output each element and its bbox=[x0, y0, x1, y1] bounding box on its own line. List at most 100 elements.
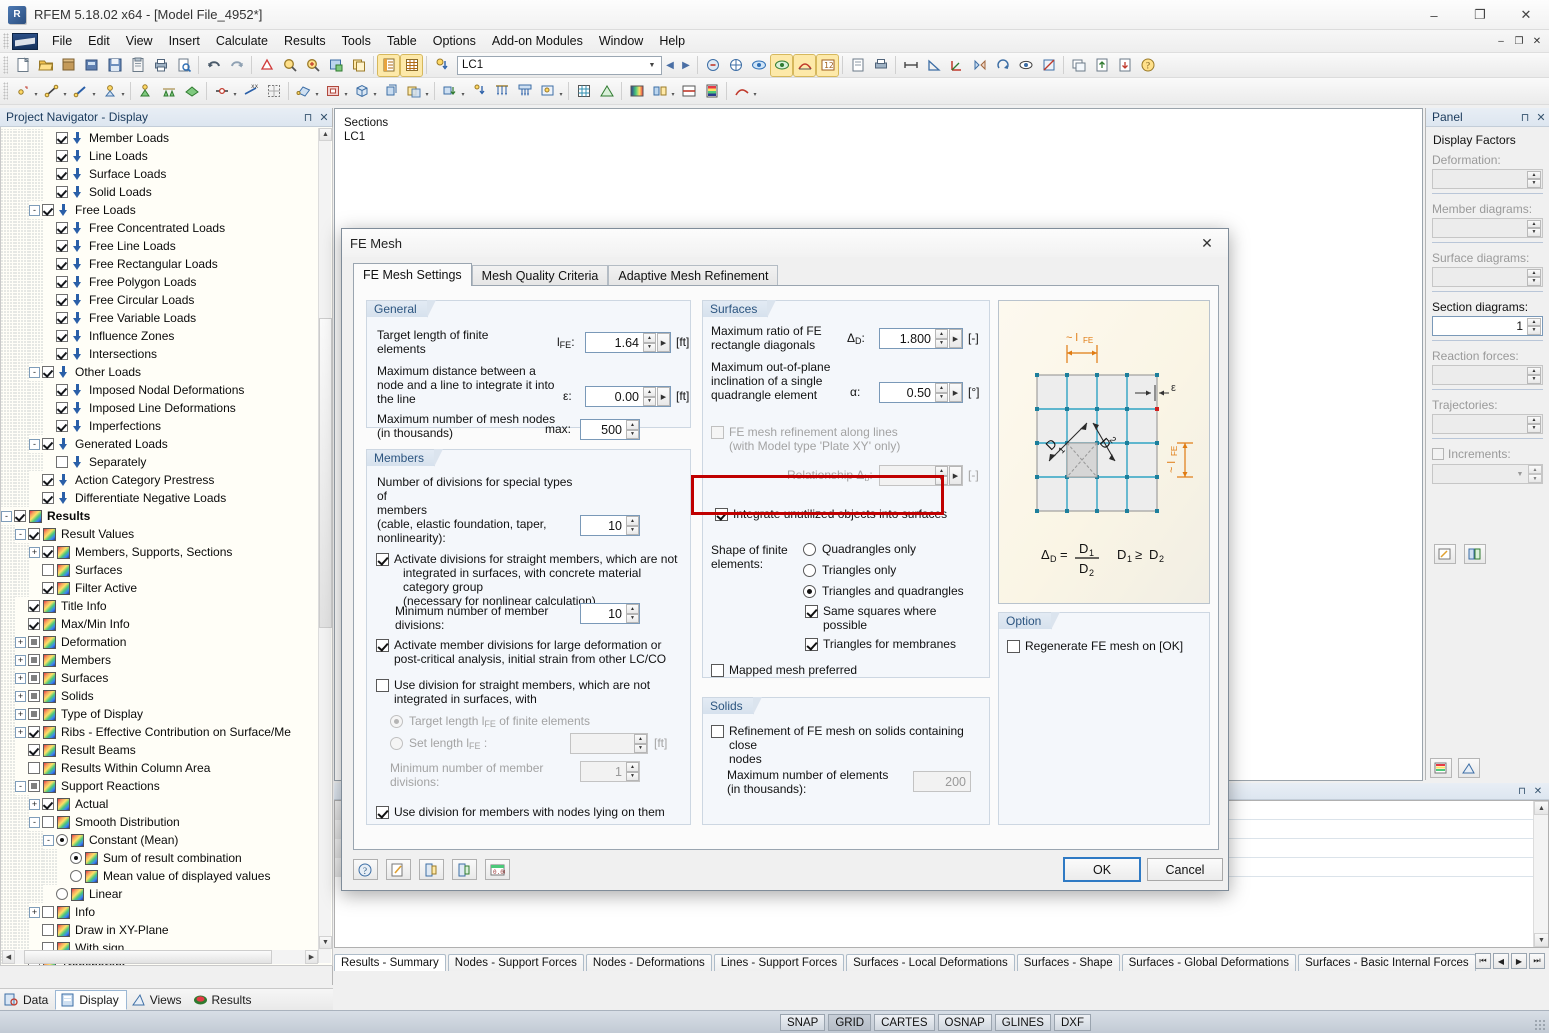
new-solid-icon[interactable] bbox=[351, 81, 372, 102]
fe-refinement-lines-checkbox[interactable]: FE mesh refinement along lines (with Mod… bbox=[711, 425, 971, 453]
print-icon[interactable] bbox=[150, 55, 171, 76]
tree-item[interactable]: Free Concentrated Loads bbox=[1, 219, 319, 237]
show-tables-icon[interactable] bbox=[377, 53, 400, 77]
new-nodal-load-icon[interactable] bbox=[439, 81, 460, 102]
tree-item[interactable]: Free Polygon Loads bbox=[1, 273, 319, 291]
menu-grip[interactable] bbox=[3, 33, 9, 49]
chevron-down-icon[interactable]: ▼ bbox=[645, 59, 659, 73]
max-nodes-spinner[interactable]: ▲ ▼ bbox=[626, 420, 639, 439]
open-model-icon[interactable] bbox=[58, 55, 79, 76]
menu-item-edit[interactable]: Edit bbox=[80, 32, 118, 50]
tree-item[interactable]: - Constant (Mean) bbox=[1, 831, 319, 849]
calculate-all-icon[interactable] bbox=[725, 55, 746, 76]
max-ratio-input[interactable]: 1.800 ▲ ▼ ▶ bbox=[879, 328, 963, 349]
chevron-down-icon[interactable]: ▾ bbox=[90, 81, 98, 102]
max-ratio-spinner[interactable]: ▲ ▼ bbox=[935, 329, 948, 348]
units-and-decimals-button[interactable]: 0.00 bbox=[485, 859, 510, 880]
edit-notes-button[interactable] bbox=[386, 859, 411, 880]
angle-measure-icon[interactable] bbox=[923, 55, 944, 76]
tree-radio[interactable] bbox=[56, 888, 68, 900]
status-toggle-grid[interactable]: GRID bbox=[828, 1014, 872, 1031]
tree-radio[interactable] bbox=[70, 852, 82, 864]
undo-icon[interactable] bbox=[203, 55, 224, 76]
navigator-tab-results[interactable]: Results bbox=[189, 990, 259, 1010]
tree-item[interactable]: Member Loads bbox=[1, 129, 319, 147]
menu-item-help[interactable]: Help bbox=[651, 32, 693, 50]
menu-item-results[interactable]: Results bbox=[276, 32, 334, 50]
result-display-icon[interactable] bbox=[649, 81, 670, 102]
new-surface-support-icon[interactable] bbox=[181, 81, 202, 102]
tree-checkbox[interactable] bbox=[28, 528, 40, 540]
navigator-vscrollbar[interactable]: ▲ ▼ bbox=[318, 128, 332, 963]
new-contact-solid-icon[interactable] bbox=[380, 81, 401, 102]
menu-item-addon-modules[interactable]: Add-on Modules bbox=[484, 32, 591, 50]
tree-checkbox[interactable] bbox=[56, 330, 68, 342]
new-line-load-icon[interactable] bbox=[491, 81, 512, 102]
status-toggle-cartes[interactable]: CARTES bbox=[874, 1014, 935, 1031]
next-load-case-icon[interactable]: ▶ bbox=[678, 56, 694, 75]
tree-item[interactable]: - Result Values bbox=[1, 525, 319, 543]
mirror-icon[interactable] bbox=[969, 55, 990, 76]
tree-checkbox[interactable] bbox=[56, 276, 68, 288]
scroll-down-icon[interactable]: ▼ bbox=[1534, 933, 1548, 947]
tree-item[interactable]: - Smooth Distribution bbox=[1, 813, 319, 831]
tree-item[interactable]: - Support Reactions bbox=[1, 777, 319, 795]
distance-measure-icon[interactable] bbox=[900, 55, 921, 76]
max-inclination-input[interactable]: 0.50 ▲ ▼ ▶ bbox=[879, 382, 963, 403]
activate-straight-divisions-checkbox[interactable]: Activate divisions for straight members,… bbox=[376, 552, 681, 608]
menu-item-file[interactable]: File bbox=[44, 32, 80, 50]
chevron-down-icon[interactable]: ▾ bbox=[459, 81, 467, 102]
navigator-tab-display[interactable]: Display bbox=[55, 989, 127, 1010]
tree-checkbox[interactable] bbox=[28, 636, 40, 648]
tree-checkbox[interactable] bbox=[28, 600, 40, 612]
tree-checkbox[interactable] bbox=[42, 582, 54, 594]
scroll-right-icon[interactable]: ▶ bbox=[305, 950, 318, 964]
print-report-icon[interactable] bbox=[870, 55, 891, 76]
new-line-support-icon[interactable] bbox=[158, 81, 179, 102]
tree-checkbox[interactable] bbox=[56, 294, 68, 306]
solids-refinement-checkbox[interactable]: Refinement of FE mesh on solids containi… bbox=[711, 724, 981, 766]
tree-checkbox[interactable] bbox=[56, 132, 68, 144]
tree-expander[interactable]: + bbox=[15, 636, 26, 648]
prev-page-icon[interactable]: ◀ bbox=[1493, 953, 1509, 969]
tree-checkbox[interactable] bbox=[56, 240, 68, 252]
generate-mesh-icon[interactable] bbox=[573, 81, 594, 102]
tree-checkbox[interactable] bbox=[56, 150, 68, 162]
visibility-icon[interactable] bbox=[1015, 55, 1036, 76]
tree-radio[interactable] bbox=[56, 834, 68, 846]
min-divisions-spinner[interactable]: ▲ ▼ bbox=[626, 604, 639, 623]
load-case-combo[interactable]: LC1 ▼ bbox=[457, 55, 662, 75]
tree-checkbox[interactable] bbox=[56, 420, 68, 432]
tree-expander[interactable]: - bbox=[15, 780, 26, 792]
render-model-icon[interactable] bbox=[256, 55, 277, 76]
save-icon[interactable] bbox=[104, 55, 125, 76]
tab-fe-mesh-settings[interactable]: FE Mesh Settings bbox=[353, 263, 472, 286]
coordinate-system-icon[interactable] bbox=[946, 55, 967, 76]
chevron-down-icon[interactable]: ▾ bbox=[751, 81, 759, 102]
max-nodes-input[interactable]: 500 ▲ ▼ bbox=[580, 419, 640, 440]
same-squares-checkbox[interactable]: Same squares where possible bbox=[805, 604, 965, 632]
new-surface-load-icon[interactable] bbox=[514, 81, 535, 102]
tree-expander[interactable]: - bbox=[43, 834, 54, 846]
tree-checkbox[interactable] bbox=[56, 456, 68, 468]
tree-item[interactable]: Differentiate Negative Loads bbox=[1, 489, 319, 507]
results-table-tab[interactable]: Results - Summary bbox=[334, 954, 446, 971]
tree-item[interactable]: + Members, Supports, Sections bbox=[1, 543, 319, 561]
tree-expander[interactable]: - bbox=[15, 528, 26, 540]
target-length-spinner[interactable]: ▲ ▼ bbox=[643, 333, 656, 352]
next-page-icon[interactable]: ▶ bbox=[1511, 953, 1527, 969]
tree-checkbox[interactable] bbox=[28, 672, 40, 684]
radio-quadrangles-only[interactable]: Quadrangles only bbox=[803, 542, 916, 556]
mdi-restore-icon[interactable]: ❐ bbox=[1511, 33, 1527, 49]
tree-checkbox[interactable] bbox=[28, 780, 40, 792]
display-factor-input[interactable]: 1 ▲ ▼ bbox=[1432, 316, 1543, 336]
navigator-hscrollbar[interactable]: ◀ ▶ bbox=[2, 950, 318, 964]
results-table-tab[interactable]: Surfaces - Global Deformations bbox=[1121, 954, 1297, 971]
menu-item-options[interactable]: Options bbox=[425, 32, 484, 50]
new-opening-icon[interactable] bbox=[322, 81, 343, 102]
copy-view-icon[interactable] bbox=[348, 55, 369, 76]
result-curve-icon[interactable] bbox=[731, 81, 752, 102]
tree-checkbox[interactable] bbox=[42, 474, 54, 486]
new-intersection-icon[interactable] bbox=[403, 81, 424, 102]
close-icon[interactable]: ✕ bbox=[1533, 109, 1549, 125]
